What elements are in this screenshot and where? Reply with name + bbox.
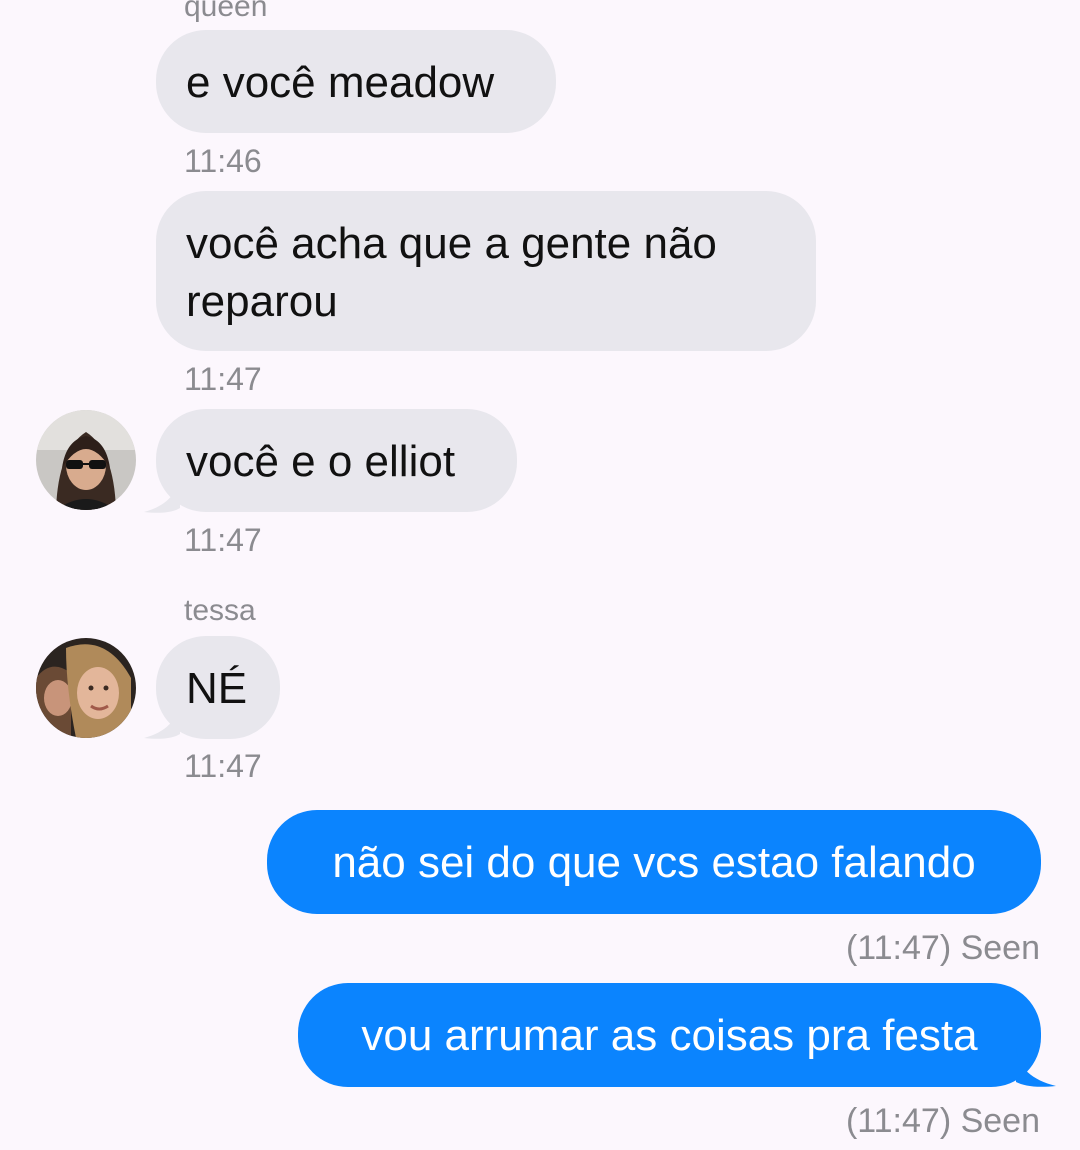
message-text: vou arrumar as coisas pra festa (361, 1011, 978, 1060)
message-timestamp: 11:47 (184, 748, 262, 784)
message-timestamp: 11:47 (184, 361, 262, 397)
message-bubble[interactable]: você e o elliot (156, 409, 517, 512)
message-status: (11:47) Seen (845, 929, 1040, 967)
message-status: (11:47) Seen (845, 1102, 1040, 1140)
message-bubble-outgoing[interactable]: vou arrumar as coisas pra festa (298, 983, 1041, 1087)
avatar-queen[interactable] (36, 410, 136, 510)
message-bubble[interactable]: e você meadow (156, 30, 556, 133)
message-timestamp: 11:46 (184, 143, 262, 179)
bubble-tail-outgoing (1016, 1048, 1056, 1087)
message-text: não sei do que vcs estao falando (332, 838, 976, 887)
sender-name-queen: queen (184, 0, 268, 23)
avatar-tessa-image (36, 638, 136, 738)
bubble-tail (144, 474, 180, 513)
avatar-queen-image (36, 410, 136, 510)
message-text: você e o elliot (186, 437, 456, 486)
message-bubble[interactable]: você acha que a gente não reparou (156, 191, 816, 351)
sender-name-tessa: tessa (184, 594, 256, 627)
message-text: e você meadow (186, 58, 495, 107)
bubble-tail (144, 700, 180, 739)
message-text: você acha que a gente não reparou (186, 219, 717, 326)
message-text: NÉ (186, 664, 248, 713)
message-bubble-outgoing[interactable]: não sei do que vcs estao falando (267, 810, 1041, 914)
avatar-tessa[interactable] (36, 638, 136, 738)
message-timestamp: 11:47 (184, 522, 262, 558)
